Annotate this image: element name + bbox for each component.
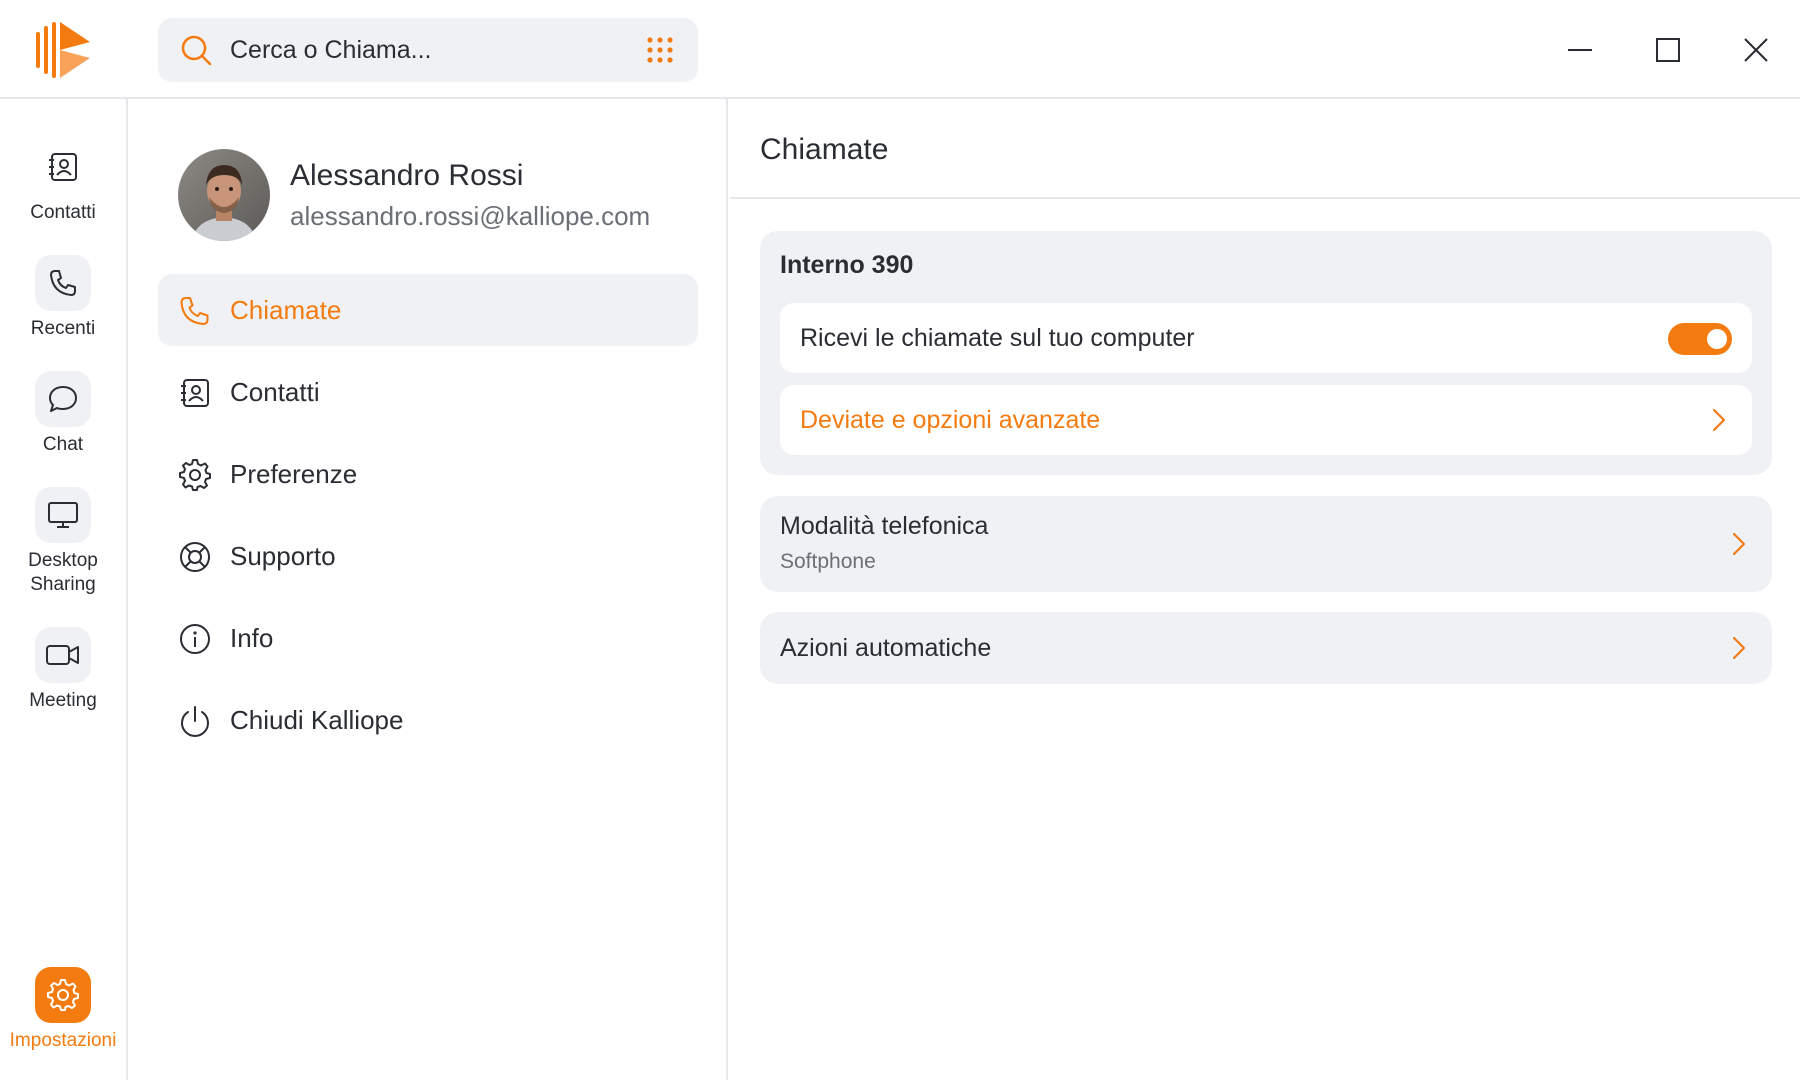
nav-rail: Contatti Recenti Chat Desktop Sharing Me… <box>0 99 128 1080</box>
phone-mode-title: Modalità telefonica <box>780 512 989 540</box>
minimize-icon[interactable] <box>1560 30 1600 70</box>
search-bar[interactable]: Cerca o Chiama... <box>158 18 698 82</box>
forward-options-row[interactable]: Deviate e opzioni avanzate <box>780 385 1752 455</box>
phone-icon <box>35 255 91 311</box>
content-header: Chiamate <box>730 99 1800 199</box>
rail-label-meeting: Meeting <box>29 690 97 711</box>
close-icon[interactable] <box>1736 30 1776 70</box>
video-icon <box>35 627 91 683</box>
phone-mode-card[interactable]: Modalità telefonica Softphone <box>760 496 1772 592</box>
menu-label-contacts: Contatti <box>230 377 320 407</box>
gear-icon <box>179 459 211 491</box>
power-icon <box>181 706 209 737</box>
auto-actions-title: Azioni automatiche <box>780 634 992 662</box>
menu-label-preferences: Preferenze <box>230 459 358 489</box>
contacts-icon <box>181 379 209 407</box>
avatar[interactable] <box>178 149 270 241</box>
rail-item-contacts[interactable]: Contatti <box>0 139 126 225</box>
extension-card: Interno 390 Ricevi le chiamate sul tuo c… <box>760 231 1772 475</box>
receive-calls-label: Ricevi le chiamate sul tuo computer <box>800 324 1195 352</box>
rail-label-contacts: Contatti <box>30 202 96 223</box>
settings-menu: Alessandro Rossi alessandro.rossi@kallio… <box>128 99 728 1080</box>
toggle-knob <box>1707 329 1727 349</box>
menu-label-quit: Chiudi Kalliope <box>230 705 404 735</box>
rail-label-line1: Desktop <box>28 550 98 571</box>
title-bar: Cerca o Chiama... <box>0 0 1800 99</box>
auto-actions-card[interactable]: Azioni automatiche <box>760 612 1772 684</box>
rail-label-desktop-sharing: Desktop Sharing <box>0 549 126 597</box>
rail-label-chat: Chat <box>42 434 84 455</box>
chat-icon <box>35 371 91 427</box>
menu-label-calls: Chiamate <box>230 295 342 325</box>
menu-label-info: Info <box>230 623 274 653</box>
kalliope-logo-icon <box>34 20 94 80</box>
chevron-right-icon <box>1732 636 1746 660</box>
chevron-right-icon <box>1712 408 1726 432</box>
menu-item-info[interactable]: Info <box>158 602 698 674</box>
rail-item-chat[interactable]: Chat <box>0 371 126 457</box>
lifebuoy-icon <box>180 542 210 572</box>
receive-calls-row: Ricevi le chiamate sul tuo computer <box>780 303 1752 373</box>
maximize-icon[interactable] <box>1648 30 1688 70</box>
info-icon <box>180 624 210 654</box>
menu-item-support[interactable]: Supporto <box>158 520 698 592</box>
rail-label-line2: Sharing <box>30 574 96 595</box>
rail-label-settings: Impostazioni <box>9 1030 117 1051</box>
rail-label-recent: Recenti <box>30 318 96 339</box>
monitor-icon <box>35 487 91 543</box>
content-panel: Chiamate Interno 390 Ricevi le chiamate … <box>730 99 1800 1080</box>
menu-item-preferences[interactable]: Preferenze <box>158 438 698 510</box>
menu-item-calls[interactable]: Chiamate <box>158 274 698 346</box>
rail-item-settings[interactable]: Impostazioni <box>0 967 126 1053</box>
search-icon <box>181 35 212 66</box>
phone-mode-value: Softphone <box>780 550 876 573</box>
contacts-icon <box>35 139 91 195</box>
phone-icon <box>180 297 209 325</box>
menu-item-quit[interactable]: Chiudi Kalliope <box>158 684 698 756</box>
menu-item-contacts[interactable]: Contatti <box>158 356 698 428</box>
gear-icon <box>35 967 91 1023</box>
user-email: alessandro.rossi@kalliope.com <box>290 201 651 231</box>
page-title: Chiamate <box>760 133 889 166</box>
rail-item-meeting[interactable]: Meeting <box>0 627 126 713</box>
forward-options-label: Deviate e opzioni avanzate <box>800 406 1101 434</box>
chevron-right-icon <box>1732 532 1746 556</box>
menu-label-support: Supporto <box>230 541 336 571</box>
user-name: Alessandro Rossi <box>290 159 524 192</box>
search-input[interactable]: Cerca o Chiama... <box>230 18 431 82</box>
rail-item-recent[interactable]: Recenti <box>0 255 126 341</box>
rail-item-desktop-sharing[interactable]: Desktop Sharing <box>0 487 126 597</box>
extension-title: Interno 390 <box>780 251 914 279</box>
dialpad-icon[interactable] <box>646 36 674 64</box>
receive-calls-toggle[interactable] <box>1668 323 1732 355</box>
